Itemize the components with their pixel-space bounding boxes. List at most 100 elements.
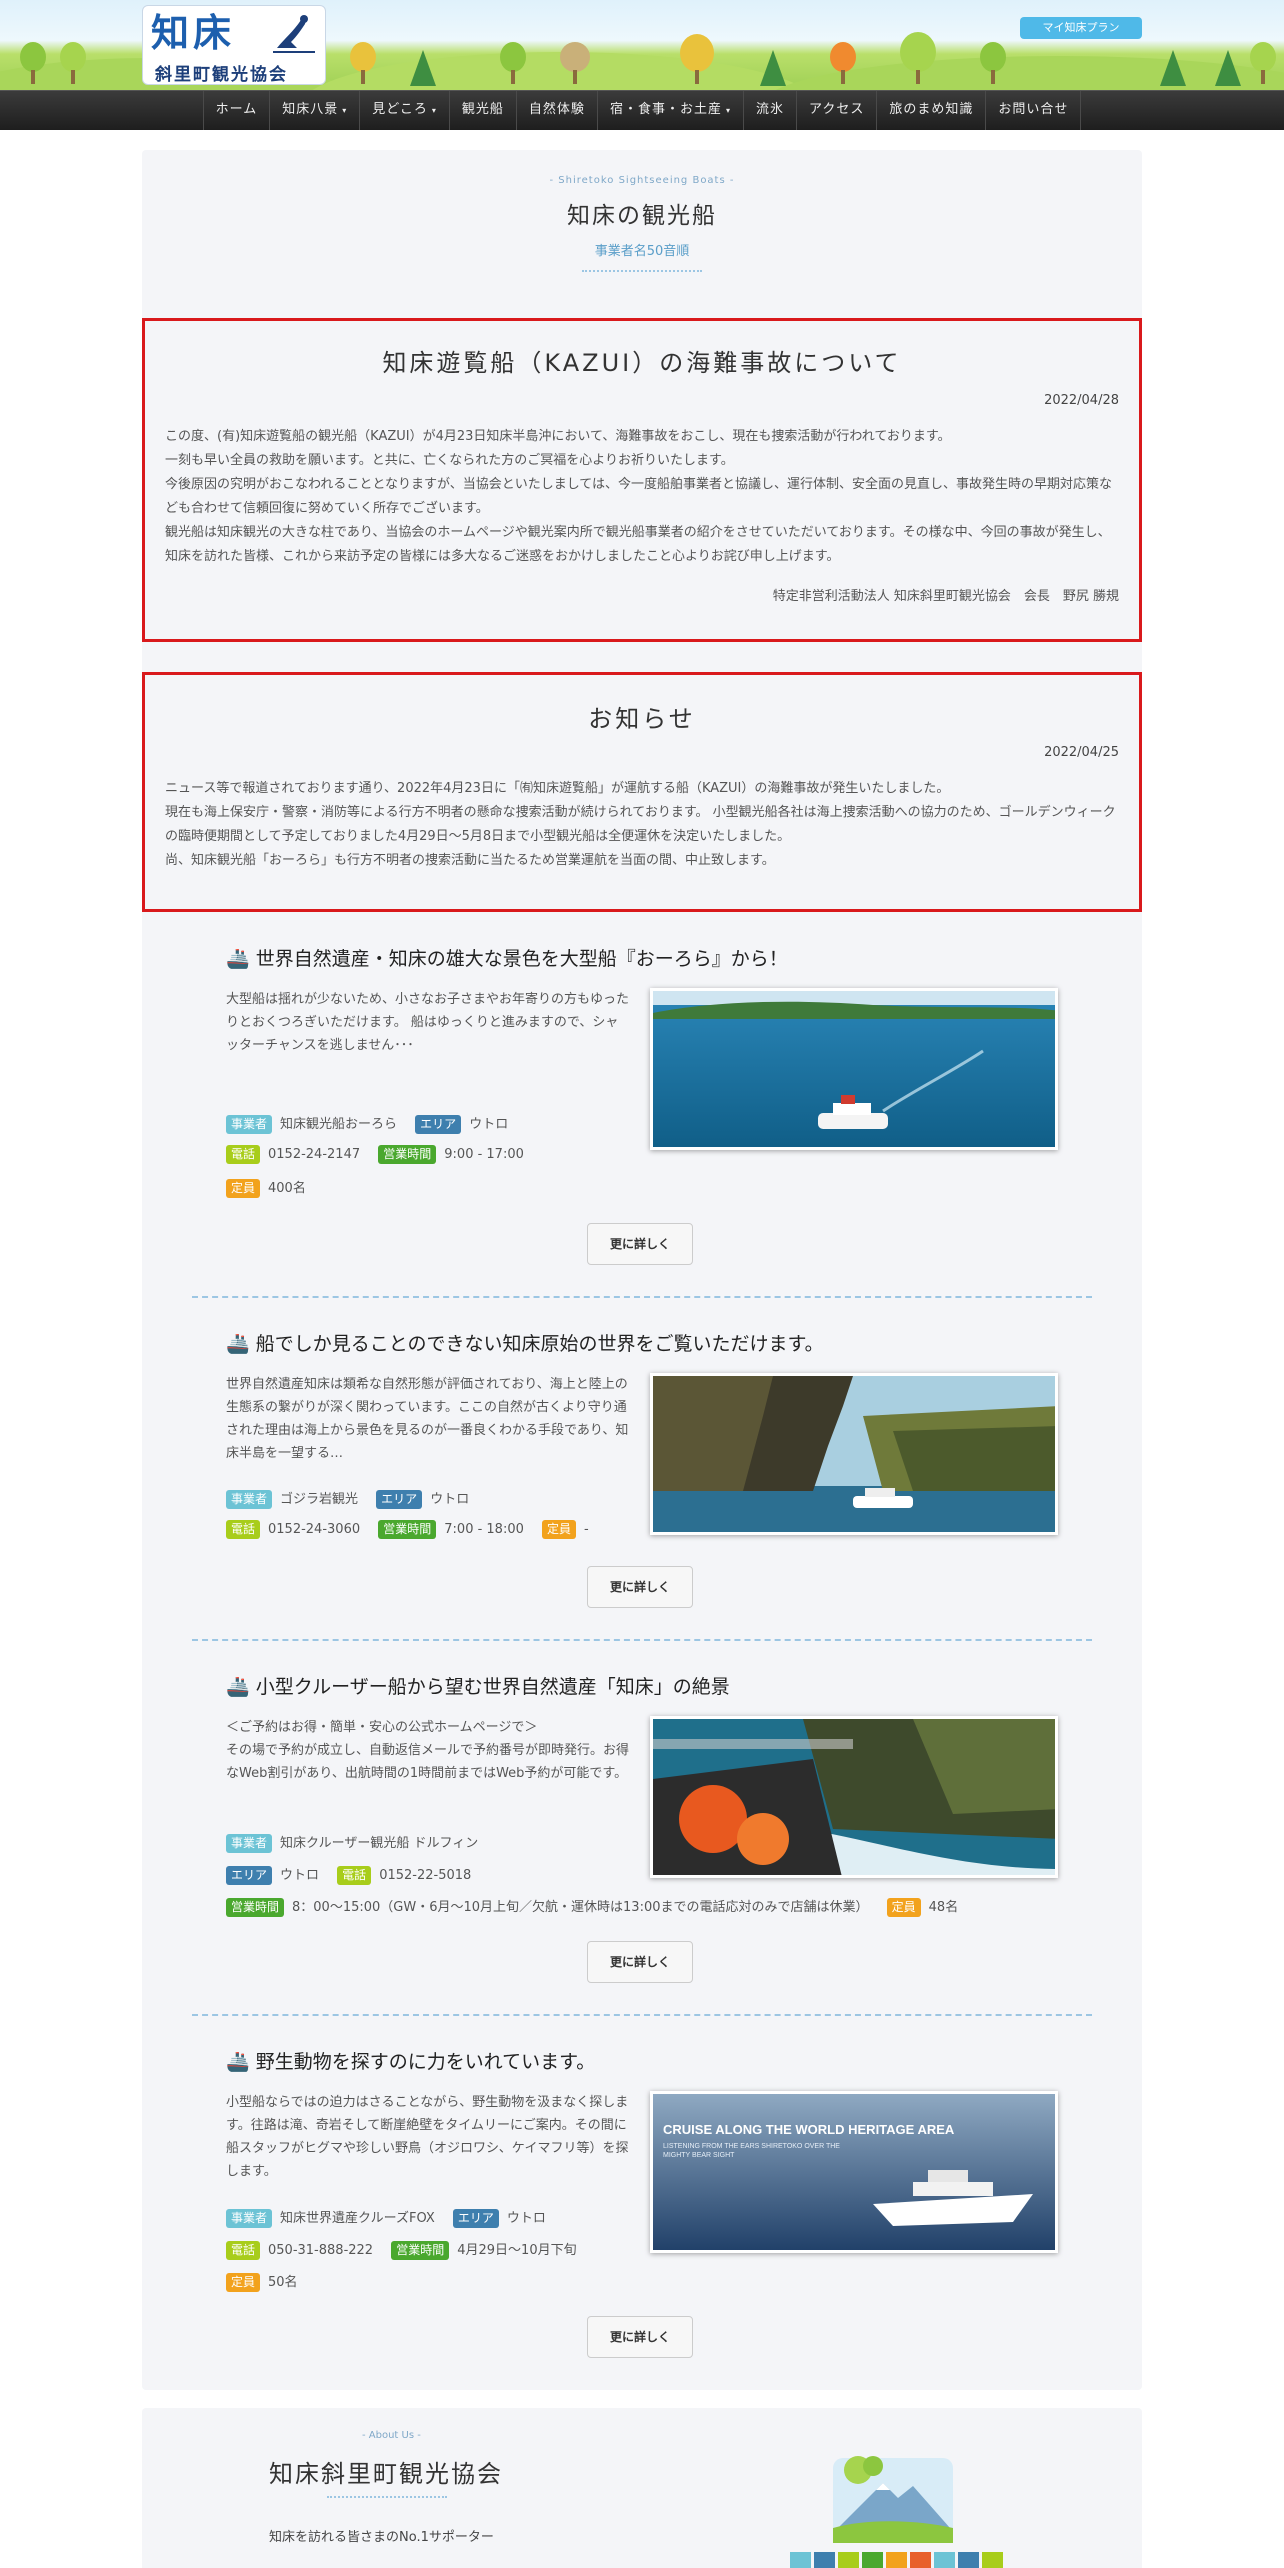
- notice-paragraph: 尚、知床観光船「おーろら」も行方不明者の捜索活動に当たるため営業運航を当面の間、…: [165, 853, 775, 868]
- nav-item-label: 知床八景: [282, 102, 339, 117]
- area-tag: エリア: [415, 1115, 462, 1134]
- hours-value: 9:00 - 17:00: [444, 1147, 524, 1162]
- boat-entry-desc: 世界自然遺産知床は類希な自然形態が評価されており、海上と陸上の生態系の繋がりが深…: [226, 1377, 629, 1461]
- image-caption-sub: LISTENING FROM THE EARS SHIRETOKO OVER T…: [663, 2143, 840, 2159]
- nav-item[interactable]: 旅のまめ知識: [877, 91, 987, 130]
- about-title: 知床斜里町観光協会: [269, 2460, 503, 2488]
- capacity-tag: 定員: [542, 1520, 577, 1539]
- phone-value: 0152-24-3060: [268, 1522, 361, 1537]
- color-swatch: [982, 2552, 1003, 2568]
- nav-item[interactable]: アクセス: [797, 91, 878, 130]
- boat-photo-gojira[interactable]: [650, 1373, 1058, 1535]
- nav-item-label: 観光船: [461, 102, 504, 117]
- boat-meta-row: 定員 400名: [226, 1177, 320, 1198]
- accident-notice: 知床遊覧船（KAZUⅠ）の海難事故について 2022/04/28 この度、(有)…: [142, 318, 1142, 642]
- boat-entry-title[interactable]: 🚢 野生動物を探すのに力をいれています。: [226, 2047, 595, 2074]
- boat-meta-row: 電話 0152-24-2147 営業時間 9:00 - 17:00: [226, 1145, 538, 1164]
- notice-paragraph: 観光船は知床観光の大きな柱であり、当協会のホームページや観光案内所で観光船事業者…: [165, 525, 1111, 564]
- entry-separator: [192, 1296, 1092, 1298]
- nav-item-label: 宿・食事・お土産: [609, 102, 722, 117]
- phone-value: 050-31-888-222: [268, 2243, 374, 2258]
- logo-figure-icon: [273, 15, 315, 53]
- boat-entry-title[interactable]: 🚢 船でしか見ることのできない知床原始の世界をご覧いただけます。: [226, 1329, 824, 1356]
- nav-item[interactable]: ホーム: [202, 91, 271, 130]
- more-details-button[interactable]: 更に詳しく: [587, 1566, 693, 1608]
- hours-value: 8：00～15:00（GW・6月～10月上旬／欠航・運休時は13:00までの電話…: [292, 1900, 869, 1915]
- hours-tag: 営業時間: [378, 1145, 437, 1164]
- business-tag: 事業者: [226, 1490, 273, 1509]
- nav-item[interactable]: 見どころ ▾: [360, 91, 450, 130]
- nav-item-label: ホーム: [215, 102, 258, 117]
- entry-separator: [192, 1639, 1092, 1641]
- info-notice: お知らせ 2022/04/25 ニュース等で報道されております通り、2022年4…: [142, 672, 1142, 912]
- notice-date: 2022/04/25: [1044, 745, 1119, 760]
- boat-photo-fox[interactable]: CRUISE ALONG THE WORLD HERITAGE AREA LIS…: [650, 2091, 1058, 2253]
- mountain-illustration-icon: [833, 2456, 953, 2543]
- boat-meta-row: 営業時間 8：00～15:00（GW・6月～10月上旬／欠航・運休時は13:00ま…: [226, 1896, 972, 1917]
- business-tag: 事業者: [226, 2209, 273, 2228]
- my-plan-button[interactable]: マイ知床プラン: [1020, 17, 1142, 39]
- more-details-button[interactable]: 更に詳しく: [587, 2316, 693, 2358]
- phone-tag: 電話: [226, 1145, 261, 1164]
- more-details-button[interactable]: 更に詳しく: [587, 1941, 693, 1983]
- phone-value: 0152-22-5018: [379, 1868, 472, 1883]
- boat-meta-row: 事業者 知床世界遺産クルーズFOX エリア ウトロ: [226, 2207, 560, 2228]
- color-swatch: [814, 2552, 835, 2568]
- nav-item[interactable]: 自然体験: [517, 91, 598, 130]
- color-swatch: [790, 2552, 811, 2568]
- area-tag: エリア: [452, 2209, 499, 2228]
- color-swatch: [958, 2552, 979, 2568]
- area-tag: エリア: [226, 1866, 273, 1885]
- phone-tag: 電話: [226, 1520, 261, 1539]
- capacity-value: -: [584, 1522, 589, 1537]
- notice-paragraph: ニュース等で報道されております通り、2022年4月23日に「㈲知床遊覧船」が運航…: [165, 781, 950, 796]
- nav-item-label: 流氷: [755, 102, 784, 117]
- business-tag: 事業者: [226, 1115, 273, 1134]
- about-eyebrow: - About Us -: [362, 2430, 421, 2441]
- business-name: 知床クルーザー観光船 ドルフィン: [280, 1836, 479, 1851]
- nav-item[interactable]: 観光船: [450, 91, 517, 130]
- logo-main-text: 知床: [151, 10, 236, 55]
- entry-separator: [192, 2014, 1092, 2016]
- boat-entry-desc: 大型船は揺れが少ないため、小さなお子さまやお年寄りの方もゆったりとおくつろぎいた…: [226, 992, 630, 1053]
- hours-value: 7:00 - 18:00: [444, 1522, 524, 1537]
- phone-value: 0152-24-2147: [268, 1147, 361, 1162]
- nav-item[interactable]: 知床八景 ▾: [270, 91, 361, 130]
- nav-item[interactable]: 宿・食事・お土産 ▾: [598, 91, 744, 130]
- nav-item[interactable]: お問い合せ: [986, 91, 1082, 130]
- more-details-button[interactable]: 更に詳しく: [587, 1223, 693, 1265]
- phone-tag: 電話: [226, 2241, 261, 2260]
- boat-photo-dolphin[interactable]: [650, 1716, 1058, 1878]
- boat-photo-aurora[interactable]: [650, 988, 1058, 1150]
- boat-entry-desc: ＜ご予約はお得・簡単・安心の公式ホームページで＞ その場で予約が成立し、自動返信…: [226, 1720, 630, 1781]
- hours-tag: 営業時間: [226, 1898, 285, 1917]
- color-swatch: [838, 2552, 859, 2568]
- capacity-value: 400名: [268, 1181, 306, 1196]
- chevron-down-icon: ▾: [431, 106, 437, 115]
- nav-item-label: 見どころ: [372, 102, 428, 117]
- nav-item-label: お問い合せ: [998, 102, 1069, 117]
- color-swatch: [910, 2552, 931, 2568]
- title-divider: [582, 270, 702, 272]
- boat-meta-row: 定員 50名: [226, 2271, 312, 2292]
- color-swatch: [934, 2552, 955, 2568]
- hours-tag: 営業時間: [378, 1520, 437, 1539]
- area-value: ウトロ: [469, 1117, 509, 1132]
- notice-paragraph: この度、(有)知床遊覧船の観光船（KAZUⅠ）が4月23日知床半島沖において、海…: [165, 429, 951, 444]
- page-title: 知床の観光船: [567, 203, 717, 229]
- notice-paragraph: 今後原因の究明がおこなわれることとなりますが、当協会といたしましては、今一度船舶…: [165, 477, 1113, 516]
- phone-tag: 電話: [337, 1866, 372, 1885]
- ferry-image-icon: [653, 991, 1055, 1147]
- boat-entry-title[interactable]: 🚢 世界自然遺産・知床の雄大な景色を大型船『おーろら』から！: [226, 944, 788, 971]
- area-tag: エリア: [376, 1490, 423, 1509]
- business-tag: 事業者: [226, 1834, 273, 1853]
- color-swatch: [886, 2552, 907, 2568]
- site-logo[interactable]: 知床 斜里町観光協会: [142, 5, 326, 85]
- boat-entry-title[interactable]: 🚢 小型クルーザー船から望む世界自然遺産「知床」の絶景: [226, 1672, 730, 1699]
- nav-item[interactable]: 流氷: [744, 91, 797, 130]
- notice-date: 2022/04/28: [1044, 393, 1119, 408]
- business-name: 知床観光船おーろら: [280, 1117, 398, 1132]
- hours-tag: 営業時間: [391, 2241, 450, 2260]
- color-strip: [790, 2552, 1003, 2568]
- capacity-tag: 定員: [226, 1179, 261, 1198]
